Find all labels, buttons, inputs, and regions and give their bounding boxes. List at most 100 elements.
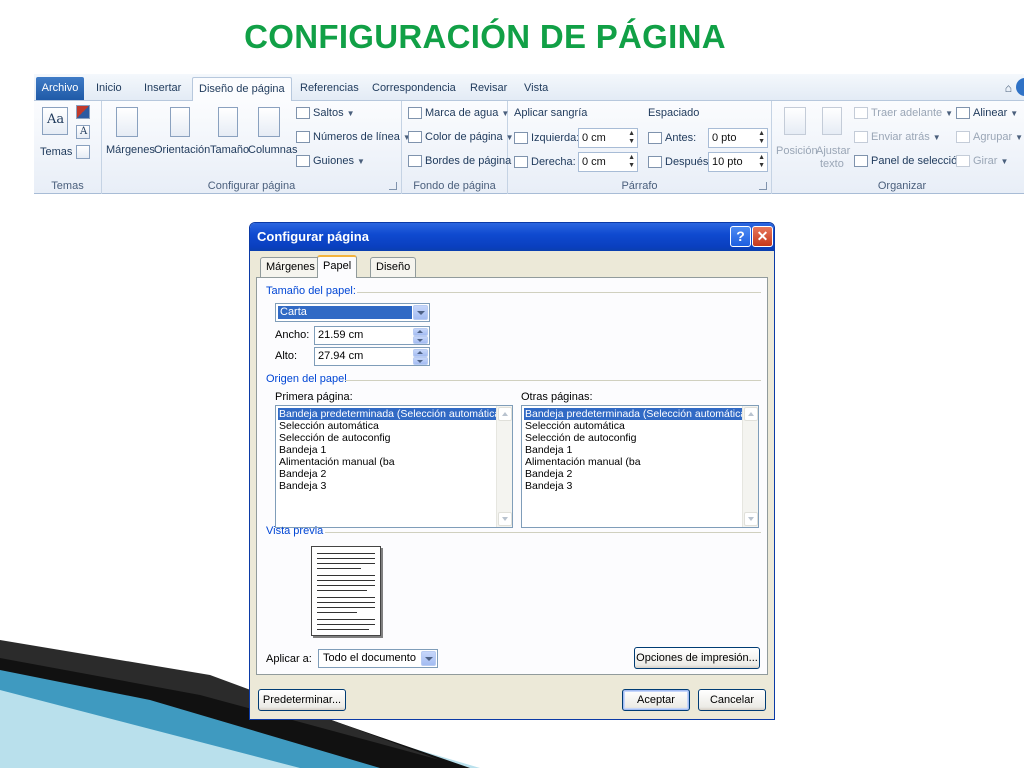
guiones-button[interactable]: Guiones ▼: [296, 155, 365, 168]
agrupar-button[interactable]: Agrupar ▼: [956, 131, 1023, 144]
position-icon[interactable]: [784, 107, 806, 135]
posicion-button[interactable]: Posición: [776, 145, 818, 157]
ancho-value: 21.59 cm: [318, 329, 364, 341]
list-item[interactable]: Bandeja 1: [278, 444, 327, 456]
print-options-button[interactable]: Opciones de impresión...: [634, 647, 760, 669]
girar-button[interactable]: Girar ▼: [956, 155, 1008, 168]
espaciado-label: Espaciado: [648, 107, 700, 119]
list-item[interactable]: Bandeja 3: [524, 480, 573, 492]
ribbon-tab-inicio[interactable]: Inicio: [90, 80, 128, 100]
group-configurar-pagina: Márgenes Orientación Tamaño Columnas Sal…: [102, 101, 411, 194]
theme-colors-icon[interactable]: [76, 105, 90, 119]
close-button[interactable]: ✕: [752, 226, 773, 247]
orientacion-button[interactable]: Orientación: [154, 144, 210, 156]
bordes-de-pagina-button[interactable]: Bordes de página: [408, 155, 511, 168]
theme-fonts-icon[interactable]: A: [76, 125, 90, 139]
tamano-button[interactable]: Tamaño: [210, 144, 249, 156]
ancho-input[interactable]: 21.59 cm: [314, 326, 430, 345]
ancho-spin-up-icon[interactable]: [413, 328, 428, 336]
traer-adelante-button[interactable]: Traer adelante ▼: [854, 107, 953, 120]
apply-to-select[interactable]: Todo el documento: [318, 649, 438, 668]
list-item[interactable]: Bandeja 1: [524, 444, 573, 456]
chevron-down-icon[interactable]: [413, 305, 428, 320]
other-pages-scrollbar[interactable]: [742, 406, 758, 527]
list-item[interactable]: Alimentación manual (ba: [524, 456, 642, 468]
ribbon-tab-diseno-de-pagina[interactable]: Diseño de página: [192, 77, 292, 102]
antes-label: Antes:: [648, 132, 696, 145]
ribbon-tab-vista[interactable]: Vista: [518, 80, 554, 100]
columnas-button[interactable]: Columnas: [248, 144, 298, 156]
first-page-scrollbar[interactable]: [496, 406, 512, 527]
alto-spin-up-icon[interactable]: [413, 349, 428, 357]
marca-de-agua-button[interactable]: Marca de agua ▼: [408, 107, 509, 120]
chevron-down-icon[interactable]: [421, 651, 436, 666]
ribbon-tab-correspondencia[interactable]: Correspondencia: [366, 80, 462, 100]
ribbon-tab-insertar[interactable]: Insertar: [138, 80, 187, 100]
ajustar-texto-button-line2[interactable]: texto: [820, 158, 844, 170]
list-item[interactable]: Bandeja 2: [524, 468, 573, 480]
help-icon[interactable]: [1016, 78, 1024, 96]
list-item[interactable]: Bandeja predeterminada (Selección automá…: [278, 408, 505, 420]
izquierda-input[interactable]: 0 cm ▲ ▼: [578, 128, 638, 148]
despues-input[interactable]: 10 pto ▲ ▼: [708, 152, 768, 172]
margins-icon[interactable]: [116, 107, 138, 137]
color-de-pagina-button[interactable]: Color de página ▼: [408, 131, 514, 144]
group-fondo-de-pagina: Marca de agua ▼ Color de página ▼ Bordes d…: [402, 101, 514, 194]
paper-size-select[interactable]: Carta: [275, 303, 430, 322]
list-item[interactable]: Bandeja 2: [278, 468, 327, 480]
list-item[interactable]: Selección automática: [524, 420, 626, 432]
enviar-atras-button[interactable]: Enviar atrás ▼: [854, 131, 941, 144]
breaks-icon: [296, 107, 310, 120]
dialog-titlebar[interactable]: Configurar página ? ✕: [250, 223, 774, 251]
derecha-input[interactable]: 0 cm ▲ ▼: [578, 152, 638, 172]
izquierda-label: Izquierda:: [514, 132, 579, 145]
minimize-ribbon-icon[interactable]: ⌂: [1005, 81, 1012, 95]
antes-input[interactable]: 0 pto ▲ ▼: [708, 128, 768, 148]
aceptar-button[interactable]: Aceptar: [622, 689, 690, 711]
alto-spin-down-icon[interactable]: [413, 357, 428, 365]
size-icon[interactable]: [218, 107, 238, 137]
panel-de-seleccion-button[interactable]: Panel de selección: [854, 155, 963, 168]
tab-papel[interactable]: Papel: [317, 255, 358, 278]
ribbon-tab-referencias[interactable]: Referencias: [294, 80, 365, 100]
alto-value: 27.94 cm: [318, 350, 364, 362]
ribbon-tab-archivo[interactable]: Archivo: [36, 77, 84, 100]
list-item[interactable]: Bandeja predeterminada (Selección automá…: [524, 408, 751, 420]
first-page-listbox[interactable]: Bandeja predeterminada (Selección automá…: [275, 405, 513, 528]
numeros-de-linea-button[interactable]: Números de línea ▼: [296, 131, 411, 144]
help-button[interactable]: ?: [730, 226, 751, 247]
papel-tab-panel: Tamaño del papel: Carta Ancho: 21.59 cm …: [256, 277, 768, 675]
list-item[interactable]: Selección de autoconfig: [524, 432, 638, 444]
list-item[interactable]: Selección automática: [278, 420, 380, 432]
scroll-up-icon[interactable]: [744, 407, 758, 421]
tab-diseno[interactable]: Diseño: [370, 257, 417, 277]
margenes-button[interactable]: Márgenes: [106, 144, 155, 156]
parrafo-launcher-icon[interactable]: [759, 182, 767, 190]
list-item[interactable]: Selección de autoconfig: [278, 432, 392, 444]
temas-icon[interactable]: Aa: [42, 107, 68, 135]
spacing-before-icon: [648, 132, 662, 145]
ancho-spin-down-icon[interactable]: [413, 336, 428, 344]
scroll-down-icon[interactable]: [498, 512, 512, 526]
ribbon: Archivo Inicio Insertar Diseño de página…: [34, 74, 1024, 194]
other-pages-listbox[interactable]: Bandeja predeterminada (Selección automá…: [521, 405, 759, 528]
temas-button[interactable]: Temas: [40, 146, 72, 158]
orientation-icon[interactable]: [170, 107, 190, 137]
columns-icon[interactable]: [258, 107, 280, 137]
configurar-pagina-launcher-icon[interactable]: [389, 182, 397, 190]
list-item[interactable]: Bandeja 3: [278, 480, 327, 492]
ribbon-tab-revisar[interactable]: Revisar: [464, 80, 513, 100]
cancelar-button[interactable]: Cancelar: [698, 689, 766, 711]
wrap-text-icon[interactable]: [822, 107, 842, 135]
saltos-button[interactable]: Saltos ▼: [296, 107, 355, 120]
theme-effects-icon[interactable]: [76, 145, 90, 159]
preview-section-title: Vista previa: [266, 525, 324, 537]
alto-input[interactable]: 27.94 cm: [314, 347, 430, 366]
scroll-down-icon[interactable]: [744, 512, 758, 526]
predeterminar-button[interactable]: Predeterminar...: [258, 689, 346, 711]
list-item[interactable]: Alimentación manual (ba: [278, 456, 396, 468]
tab-margenes[interactable]: Márgenes: [260, 257, 321, 277]
ajustar-texto-button-line1[interactable]: Ajustar: [816, 145, 850, 157]
alinear-button[interactable]: Alinear ▼: [956, 107, 1018, 120]
scroll-up-icon[interactable]: [498, 407, 512, 421]
